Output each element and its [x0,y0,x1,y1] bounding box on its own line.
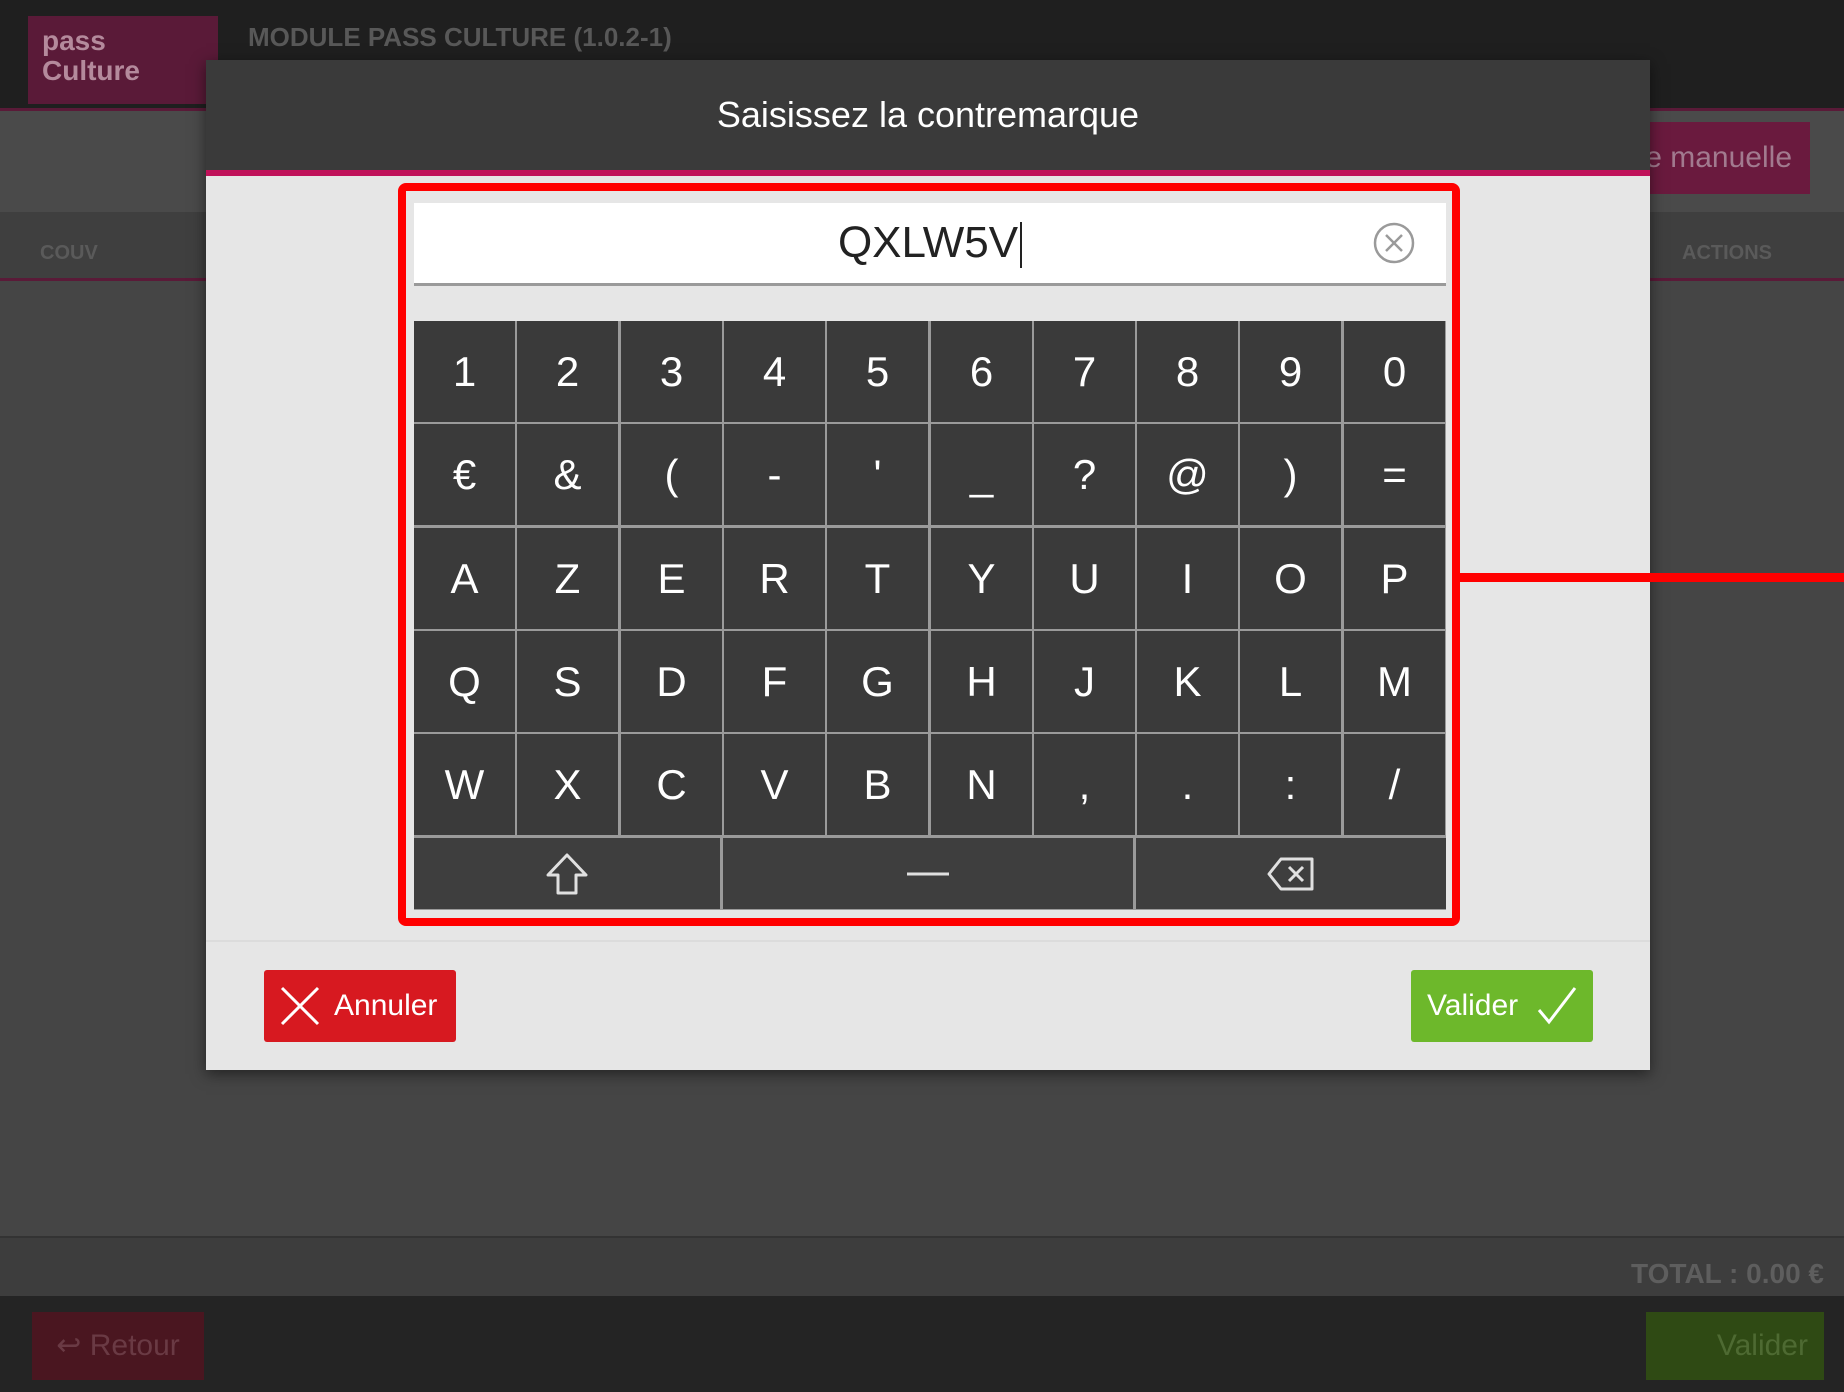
dialog-header: Saisissez la contremarque [206,60,1650,176]
back-button-label: Retour [89,1329,180,1362]
logo-line-2: Culture [42,55,140,86]
cancel-button[interactable]: Annuler [264,970,456,1042]
keyboard-highlight-box [398,183,1460,926]
dialog-footer-divider [206,940,1650,942]
validate-bottom-button[interactable]: Valider [1646,1312,1824,1380]
module-title: MODULE PASS CULTURE (1.0.2-1) [248,22,672,52]
annotation-pointer-line [1460,573,1844,582]
back-arrow-icon: ↩ [56,1329,82,1362]
cancel-button-label: Annuler [334,989,438,1022]
validate-button-label: Valider [1427,989,1519,1022]
totals-bar [0,1236,1844,1298]
bottom-bar [0,1296,1844,1392]
validate-bottom-label: Valider [1716,1329,1808,1362]
logo-line-1: pass [42,25,106,56]
check-icon [1537,987,1577,1025]
back-button[interactable]: ↩ Retour [32,1312,204,1380]
close-icon [280,986,320,1026]
total-amount: TOTAL : 0.00 € [1631,1258,1824,1289]
column-header-couv: COUV [40,242,98,264]
dialog-title: Saisissez la contremarque [716,94,1140,135]
column-header-actions: ACTIONS [1682,242,1772,264]
pass-culture-logo: pass Culture [28,16,218,104]
validate-button[interactable]: Valider [1411,970,1593,1042]
